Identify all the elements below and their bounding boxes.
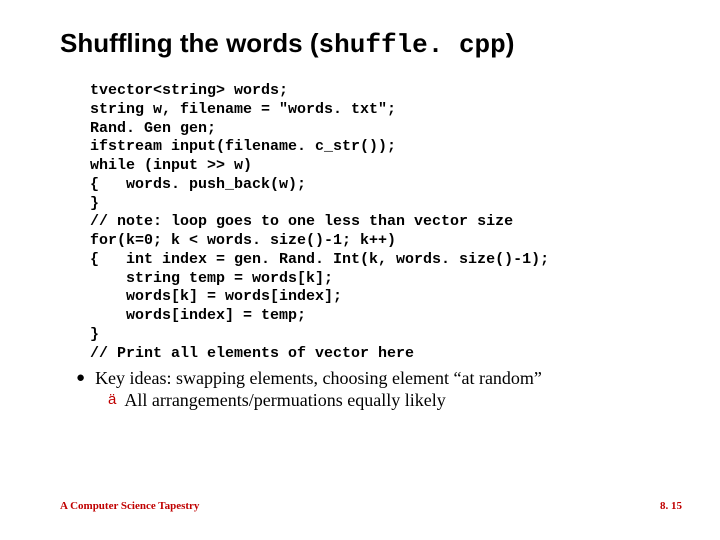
footer-left: A Computer Science Tapestry xyxy=(60,500,199,512)
slide: Shuffling the words (shuffle. cpp) tvect… xyxy=(0,0,720,540)
bullet-item: ● Key ideas: swapping elements, choosing… xyxy=(76,367,682,389)
bullet-icon: ● xyxy=(76,367,85,389)
code-block: tvector<string> words; string w, filenam… xyxy=(90,82,682,363)
title-filename: shuffle. cpp xyxy=(319,30,506,60)
slide-title: Shuffling the words (shuffle. cpp) xyxy=(60,28,682,60)
footer-right: 8. 15 xyxy=(660,500,682,512)
sub-bullet-text: All arrangements/permuations equally lik… xyxy=(124,389,445,411)
sub-bullet-item: ä All arrangements/permuations equally l… xyxy=(108,389,682,411)
arrow-icon: ä xyxy=(108,389,116,411)
title-suffix: ) xyxy=(506,28,515,58)
bullet-text: Key ideas: swapping elements, choosing e… xyxy=(95,367,542,389)
title-prefix: Shuffling the words ( xyxy=(60,28,319,58)
